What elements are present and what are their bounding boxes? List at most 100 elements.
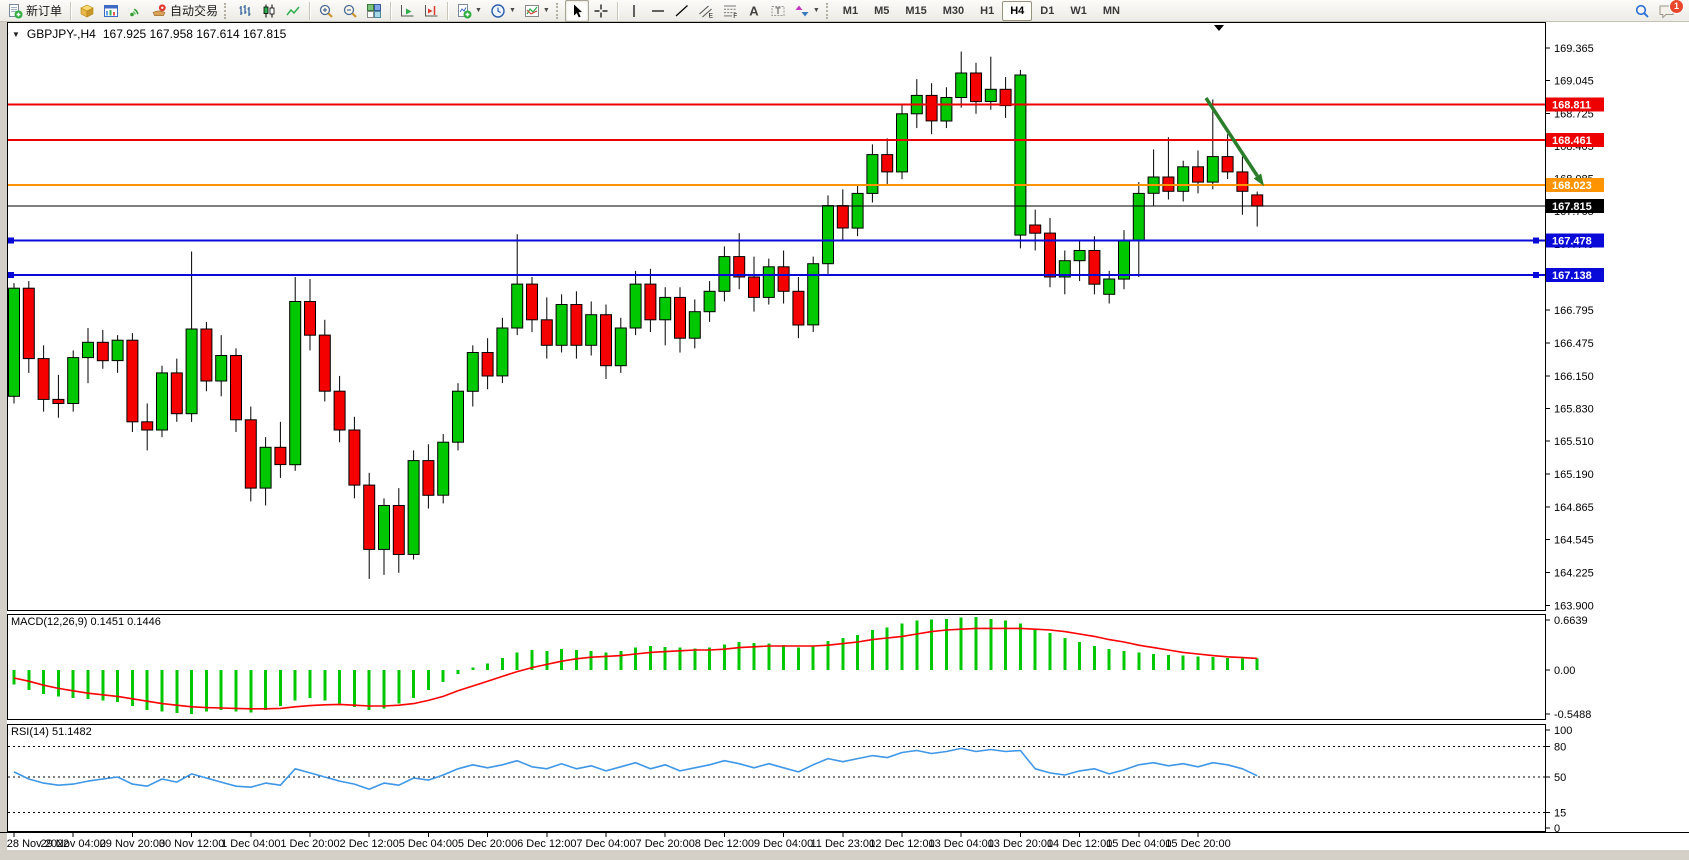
toolbar-separator xyxy=(390,2,391,20)
svg-text:167.478: 167.478 xyxy=(1552,235,1592,247)
gold-cube-button[interactable] xyxy=(75,0,99,22)
candlestick-chart-button[interactable] xyxy=(257,0,281,22)
svg-text:12 Dec 12:00: 12 Dec 12:00 xyxy=(869,838,934,850)
svg-text:0.00: 0.00 xyxy=(1554,665,1575,677)
dropdown-icon xyxy=(543,1,550,21)
autotrade-label: 自动交易 xyxy=(170,1,218,21)
bar-chart-icon xyxy=(237,3,253,19)
timeframe-w1[interactable]: W1 xyxy=(1062,1,1095,21)
new-chart-button[interactable] xyxy=(452,0,486,22)
crosshair-button[interactable] xyxy=(589,0,613,22)
text-button[interactable]: A xyxy=(742,0,766,22)
timeframe-h4[interactable]: H4 xyxy=(1002,1,1032,21)
svg-text:165.190: 165.190 xyxy=(1554,469,1594,481)
dropdown-icon xyxy=(475,1,482,21)
search-button[interactable] xyxy=(1630,0,1654,22)
notification-badge: 1 xyxy=(1669,0,1684,14)
svg-text:168.811: 168.811 xyxy=(1552,100,1591,112)
line-chart-button[interactable] xyxy=(281,0,305,22)
gold-cube-icon xyxy=(79,3,95,19)
bar-chart-button[interactable] xyxy=(233,0,257,22)
main-pane[interactable] xyxy=(8,23,1546,611)
signal-button[interactable] xyxy=(123,0,147,22)
auto-scroll-button[interactable] xyxy=(395,0,419,22)
svg-text:13 Dec 20:00: 13 Dec 20:00 xyxy=(988,838,1053,850)
chart-shift-button[interactable] xyxy=(419,0,443,22)
svg-text:30 Nov 12:00: 30 Nov 12:00 xyxy=(159,838,224,850)
dropdown-icon xyxy=(813,1,820,21)
zoom-out-button[interactable] xyxy=(338,0,362,22)
equidistant-channel-button[interactable]: E xyxy=(694,0,718,22)
rsi-indicator-label: RSI(14) 51.1482 xyxy=(11,726,92,738)
svg-text:167.815: 167.815 xyxy=(1552,201,1592,213)
chart-canvas[interactable]: 169.365169.045168.725168.405168.085167.7… xyxy=(0,22,1689,860)
svg-text:167.138: 167.138 xyxy=(1552,270,1592,282)
autotrade-button[interactable]: 自动交易 xyxy=(147,0,222,22)
chart-title: GBPJPY-,H4 167.925 167.958 167.614 167.8… xyxy=(12,27,286,41)
toolbar-grip xyxy=(224,3,229,19)
horizontal-line-button[interactable] xyxy=(646,0,670,22)
svg-text:164.225: 164.225 xyxy=(1554,567,1594,579)
svg-text:0: 0 xyxy=(1554,823,1560,835)
rsi-pane[interactable] xyxy=(8,725,1546,832)
cursor-button[interactable] xyxy=(565,0,589,22)
svg-text:9 Dec 04:00: 9 Dec 04:00 xyxy=(754,838,813,850)
autotrade-icon xyxy=(151,3,167,19)
timeframe-d1[interactable]: D1 xyxy=(1032,1,1062,21)
svg-text:29 Nov 04:00: 29 Nov 04:00 xyxy=(40,838,105,850)
market-watch-button[interactable] xyxy=(99,0,123,22)
tile-windows-button[interactable] xyxy=(362,0,386,22)
new-order-label: 新订单 xyxy=(26,1,62,21)
fibonacci-button[interactable]: F xyxy=(718,0,742,22)
svg-text:1 Dec 04:00: 1 Dec 04:00 xyxy=(221,838,280,850)
svg-text:100: 100 xyxy=(1554,725,1572,737)
svg-text:164.865: 164.865 xyxy=(1554,502,1594,514)
clock-icon xyxy=(490,3,506,19)
timeframe-m1[interactable]: M1 xyxy=(835,1,866,21)
chat-button[interactable]: 1 xyxy=(1654,0,1680,22)
vertical-line-button[interactable] xyxy=(622,0,646,22)
zoom-in-button[interactable] xyxy=(314,0,338,22)
timeframe-h1[interactable]: H1 xyxy=(972,1,1002,21)
zoom-out-icon xyxy=(342,3,358,19)
text-icon: A xyxy=(746,3,762,19)
signal-icon xyxy=(127,3,143,19)
symbol-dropdown-icon[interactable] xyxy=(12,30,20,39)
svg-text:E: E xyxy=(708,12,713,18)
main-toolbar: 新订单 自动交易 E F A T M1 M5 M15 M30 H1 H4 D1 … xyxy=(0,0,1689,22)
search-icon xyxy=(1634,3,1650,19)
new-order-button[interactable]: 新订单 xyxy=(3,0,66,22)
toolbar-separator xyxy=(309,2,310,20)
svg-text:169.365: 169.365 xyxy=(1554,43,1594,55)
timeframe-mn[interactable]: MN xyxy=(1095,1,1128,21)
arrows-icon xyxy=(794,3,810,19)
text-label-button[interactable]: T xyxy=(766,0,790,22)
timeframe-m30[interactable]: M30 xyxy=(935,1,972,21)
text-label-icon: T xyxy=(770,3,786,19)
svg-text:15 Dec 20:00: 15 Dec 20:00 xyxy=(1165,838,1230,850)
macd-pane[interactable] xyxy=(8,615,1546,720)
dropdown-icon xyxy=(509,1,516,21)
new-order-icon xyxy=(7,3,23,19)
timeframe-m15[interactable]: M15 xyxy=(897,1,934,21)
svg-text:1 Dec 20:00: 1 Dec 20:00 xyxy=(280,838,339,850)
svg-text:15 Dec 04:00: 15 Dec 04:00 xyxy=(1106,838,1171,850)
candlestick-chart-icon xyxy=(261,3,277,19)
timeframe-m5[interactable]: M5 xyxy=(866,1,897,21)
macd-indicator-label: MACD(12,26,9) 0.1451 0.1446 xyxy=(11,616,161,628)
svg-text:163.900: 163.900 xyxy=(1554,600,1594,612)
indicators-button[interactable] xyxy=(520,0,554,22)
svg-text:14 Dec 12:00: 14 Dec 12:00 xyxy=(1047,838,1112,850)
fibonacci-icon: F xyxy=(722,3,738,19)
svg-text:7 Dec 20:00: 7 Dec 20:00 xyxy=(636,838,695,850)
horizontal-line-icon xyxy=(650,3,666,19)
svg-text:8 Dec 12:00: 8 Dec 12:00 xyxy=(695,838,754,850)
trendline-button[interactable] xyxy=(670,0,694,22)
trendline-icon xyxy=(674,3,690,19)
periods-button[interactable] xyxy=(486,0,520,22)
svg-text:A: A xyxy=(749,3,759,18)
toolbar-separator xyxy=(617,2,618,20)
equidistant-channel-icon: E xyxy=(698,3,714,19)
arrows-button[interactable] xyxy=(790,0,824,22)
crosshair-icon xyxy=(593,3,609,19)
